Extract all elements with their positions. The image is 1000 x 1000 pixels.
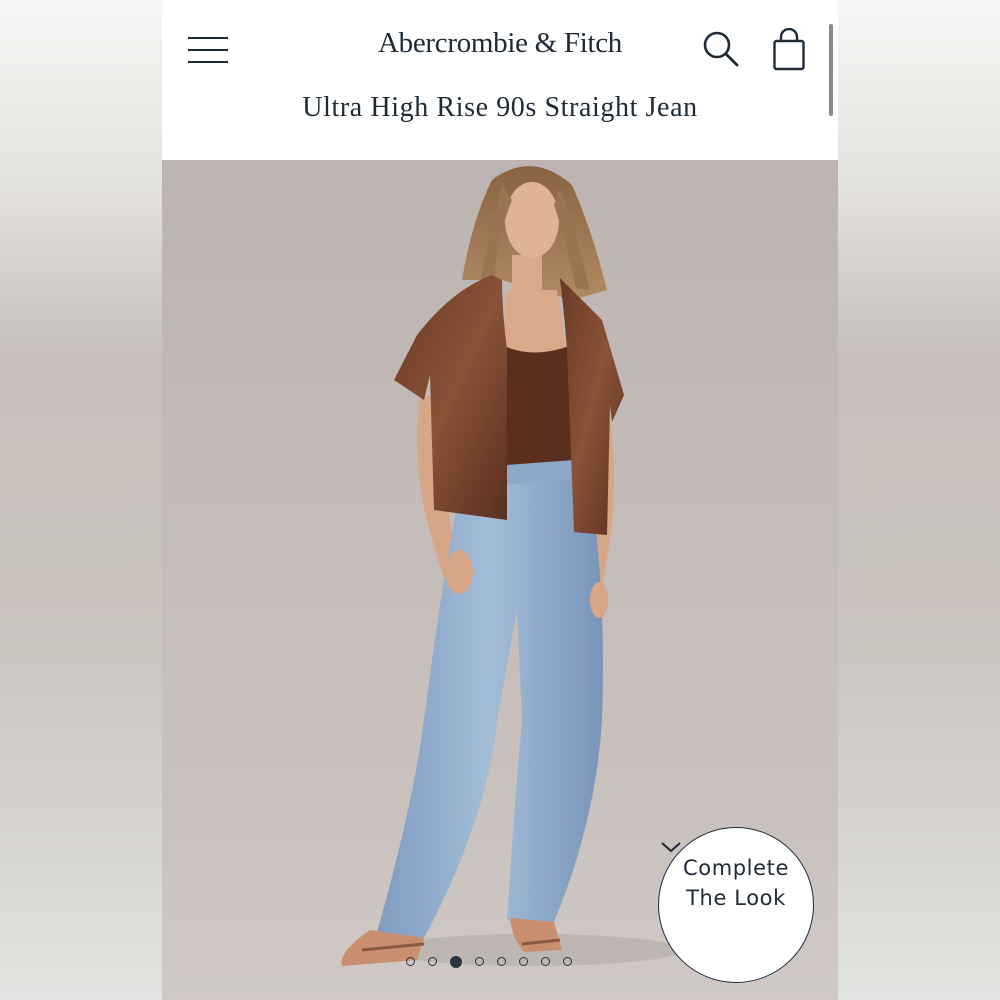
carousel-dot[interactable] — [541, 957, 550, 966]
carousel-dot[interactable] — [475, 957, 484, 966]
phone-screen: Abercrombie & Fitch Ultra High Rise 90s … — [162, 0, 838, 1000]
complete-the-look-label-line2: The Look — [686, 886, 786, 910]
site-header: Abercrombie & Fitch Ultra High Rise 90s … — [162, 0, 838, 160]
carousel-dot[interactable] — [450, 955, 462, 968]
complete-the-look-button[interactable]: Complete The Look — [658, 827, 814, 983]
chevron-down-icon — [661, 842, 681, 853]
carousel-dot[interactable] — [497, 957, 506, 966]
carousel-dot[interactable] — [563, 957, 572, 966]
carousel-dot[interactable] — [406, 957, 415, 966]
carousel-dot[interactable] — [519, 957, 528, 966]
product-image[interactable]: Complete The Look — [162, 160, 838, 1000]
complete-the-look-label-line1: Complete — [682, 856, 789, 880]
carousel-dot[interactable] — [428, 957, 437, 966]
carousel-dots — [406, 955, 572, 971]
search-icon[interactable] — [702, 30, 740, 68]
product-title: Ultra High Rise 90s Straight Jean — [302, 92, 698, 123]
shopping-bag-icon[interactable] — [772, 27, 806, 72]
